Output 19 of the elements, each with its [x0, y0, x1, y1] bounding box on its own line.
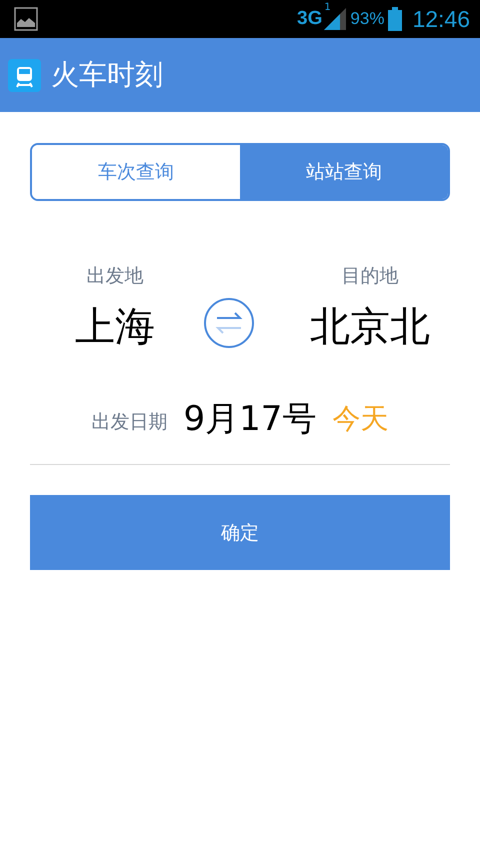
swap-icon[interactable]: [204, 298, 254, 348]
from-station[interactable]: 上海: [75, 299, 155, 354]
from-label: 出发地: [86, 264, 144, 289]
image-icon: [14, 7, 38, 31]
sim-slot: 1: [324, 2, 331, 13]
battery-icon: [388, 7, 402, 31]
to-label: 目的地: [342, 264, 398, 289]
to-station[interactable]: 北京北: [310, 299, 430, 354]
clock: 12:46: [412, 6, 470, 32]
tab[interactable]: 站站查询: [240, 145, 448, 199]
network-type: 3G: [297, 8, 322, 30]
confirm-button[interactable]: 确定: [30, 495, 450, 570]
train-icon: [8, 58, 41, 92]
date-value[interactable]: 9月17号: [184, 396, 316, 442]
app-title: 火车时刻: [51, 57, 163, 93]
date-label: 出发日期: [92, 410, 168, 435]
today-label: 今天: [332, 401, 388, 437]
battery-percent: 93%: [350, 9, 384, 29]
signal-icon: [324, 8, 346, 30]
